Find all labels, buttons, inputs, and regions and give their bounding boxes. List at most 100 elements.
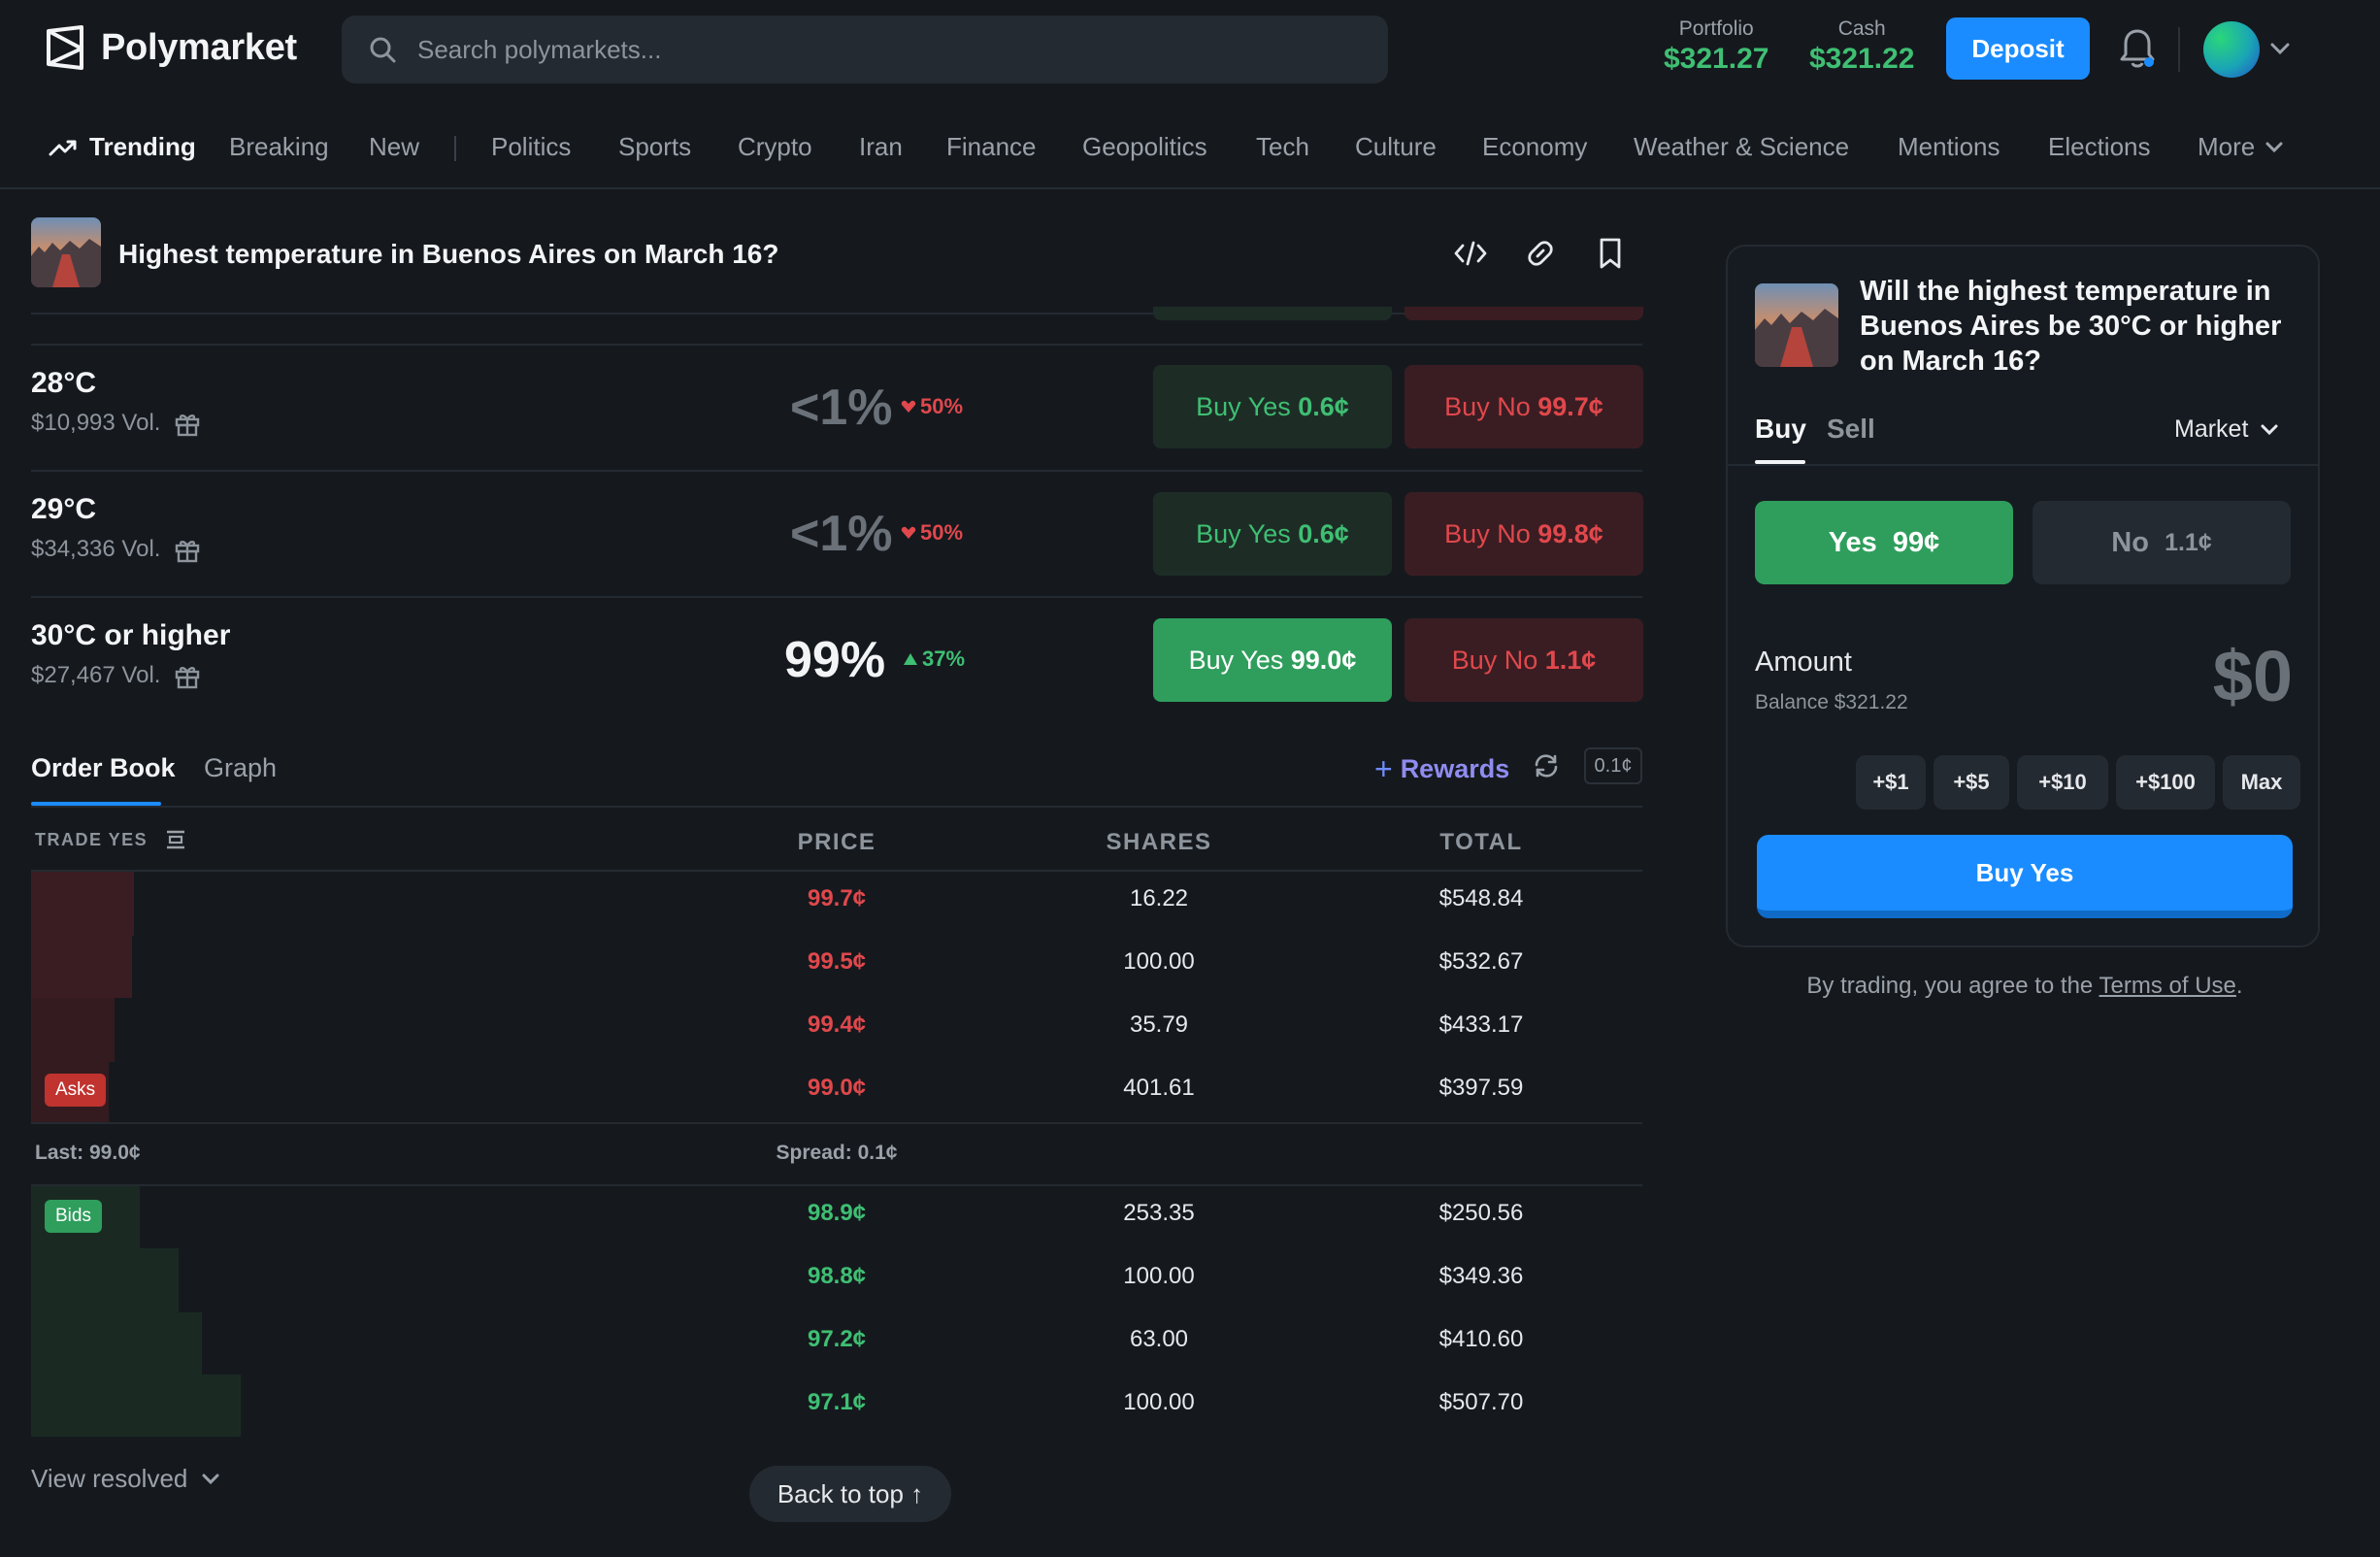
buy-yes-button[interactable]: Buy Yes 99.0¢ [1153,618,1392,702]
bid-price: 97.1¢ [807,1389,867,1415]
nav-more-label: More [2198,132,2256,161]
nav-elections[interactable]: Elections [2048,132,2151,162]
bid-row[interactable]: 97.1¢ 100.00 $507.70 [0,1389,1650,1428]
nav-politics[interactable]: Politics [491,132,571,162]
portfolio-stat[interactable]: Portfolio $321.27 [1664,17,1768,76]
collapse-icon[interactable] [165,829,186,850]
bid-row[interactable]: 98.9¢ 253.35 $250.56 [0,1200,1650,1239]
order-type-select[interactable]: Market [2174,415,2279,444]
tab-buy[interactable]: Buy [1755,414,1806,445]
ask-row[interactable]: 99.7¢ 16.22 $548.84 [0,885,1650,924]
cash-stat[interactable]: Cash $321.22 [1809,17,1914,76]
ask-row[interactable]: 99.5¢ 100.00 $532.67 [0,948,1650,987]
outcome-row-30c-or-higher[interactable]: 30°C or higher $27,467 Vol. [31,619,230,689]
amount-input[interactable]: $0 [2097,635,2293,717]
outcome-row-29c[interactable]: 29°C $34,336 Vol. [31,493,201,563]
chevron-down-icon[interactable] [2269,41,2291,56]
buy-no-label: Buy No [1444,391,1531,421]
buy-yes-button[interactable]: Buy Yes 0.6¢ [1153,365,1392,448]
nav-weather-science[interactable]: Weather & Science [1634,132,1849,162]
buy-yes-submit-button[interactable]: Buy Yes [1757,835,2293,918]
amount-chip-max[interactable]: Max [2223,755,2300,810]
buy-yes-button[interactable]: Buy Yes 0.6¢ [1153,492,1392,576]
nav-mentions[interactable]: Mentions [1898,132,2000,162]
last-price: Last: 99.0¢ [35,1142,141,1164]
nav-culture[interactable]: Culture [1355,132,1437,162]
nav-new[interactable]: New [369,132,419,162]
avatar[interactable] [2203,21,2260,78]
back-to-top-button[interactable]: Back to top ↑ [749,1466,951,1522]
deposit-button[interactable]: Deposit [1946,17,2090,80]
terms-of-use-link[interactable]: Terms of Use [2099,973,2236,999]
ask-price: 99.7¢ [807,885,867,911]
outcome-probability: 99% [784,632,886,688]
refresh-icon[interactable] [1532,751,1561,780]
buy-no-button[interactable]: Buy No 1.1¢ [1405,618,1643,702]
outcome-no-button[interactable]: No 1.1¢ [2033,501,2291,584]
nav-trending[interactable]: Trending [49,132,196,162]
view-resolved-toggle[interactable]: View resolved [31,1464,220,1494]
gift-icon[interactable] [174,410,201,437]
amount-chip-5[interactable]: +$5 [1934,755,2009,810]
logo[interactable]: Polymarket [45,25,297,70]
row-divider [31,596,1642,598]
nav-crypto[interactable]: Crypto [738,132,812,162]
heart-down-icon [901,400,916,413]
rewards-link[interactable]: + Rewards [1374,751,1509,787]
ob-header-trade-label: TRADE YES [35,829,149,849]
bookmark-icon[interactable] [1592,235,1629,272]
tick-size-selector[interactable]: 0.1¢ [1584,747,1642,784]
outcome-change-value: 50% [920,394,964,418]
buy-no-button[interactable]: Buy No 99.8¢ [1405,492,1643,576]
portfolio-label: Portfolio [1678,17,1754,40]
top-bar: Polymarket Portfolio $321.27 Cash $321.2… [0,0,2380,97]
outcome-name: 29°C [31,493,97,525]
bid-row[interactable]: 97.2¢ 63.00 $410.60 [0,1326,1650,1365]
bid-row[interactable]: 98.8¢ 100.00 $349.36 [0,1263,1650,1302]
bid-price: 98.9¢ [807,1200,867,1226]
amount-chip-100[interactable]: +$100 [2116,755,2215,810]
ask-total: $532.67 [1438,948,1524,975]
brand-name: Polymarket [101,26,297,68]
outcome-row-28c[interactable]: 28°C $10,993 Vol. [31,367,201,437]
order-type-label: Market [2174,415,2249,443]
nav-sports[interactable]: Sports [618,132,691,162]
outcome-volume: $10,993 Vol. [31,410,201,437]
ob-header-shares: SHARES [1106,829,1212,855]
embed-code-icon[interactable] [1452,235,1489,272]
spread-divider-bottom [31,1184,1642,1186]
buy-yes-price: 99.0¢ [1290,645,1357,675]
nav-more[interactable]: More [2198,132,2284,162]
ask-row[interactable]: 99.0¢ 401.61 $397.59 [0,1075,1650,1113]
ask-row[interactable]: 99.4¢ 35.79 $433.17 [0,1011,1650,1050]
tab-sell[interactable]: Sell [1827,414,1875,445]
ob-header-total: TOTAL [1439,829,1523,855]
nav-geopolitics[interactable]: Geopolitics [1082,132,1207,162]
amount-chip-1[interactable]: +$1 [1856,755,1926,810]
tab-order-book[interactable]: Order Book [31,753,176,783]
outcome-change: 37% [903,646,965,672]
amount-chip-10[interactable]: +$10 [2017,755,2108,810]
link-icon[interactable] [1522,235,1559,272]
nav-iran[interactable]: Iran [859,132,903,162]
outcome-volume-text: $27,467 Vol. [31,662,161,688]
buy-no-price: 99.8¢ [1537,518,1603,548]
gift-icon[interactable] [174,662,201,689]
tab-graph[interactable]: Graph [204,753,277,783]
search-icon [370,37,396,63]
nav-breaking[interactable]: Breaking [229,132,329,162]
search-input[interactable] [417,34,1291,65]
notifications-button[interactable] [2118,27,2157,70]
outcome-yes-button[interactable]: Yes 99¢ [1755,501,2013,584]
nav-economy[interactable]: Economy [1482,132,1587,162]
nav-tech[interactable]: Tech [1256,132,1309,162]
gift-icon[interactable] [174,536,201,563]
prev-row-no-button [1405,307,1643,320]
buy-no-button[interactable]: Buy No 99.7¢ [1405,365,1643,448]
search-bar[interactable] [342,16,1388,83]
outcome-volume-text: $10,993 Vol. [31,410,161,436]
bid-shares: 253.35 [1123,1200,1195,1226]
header-divider-line [31,313,1642,315]
nav-finance[interactable]: Finance [946,132,1037,162]
header-divider [2178,27,2180,72]
